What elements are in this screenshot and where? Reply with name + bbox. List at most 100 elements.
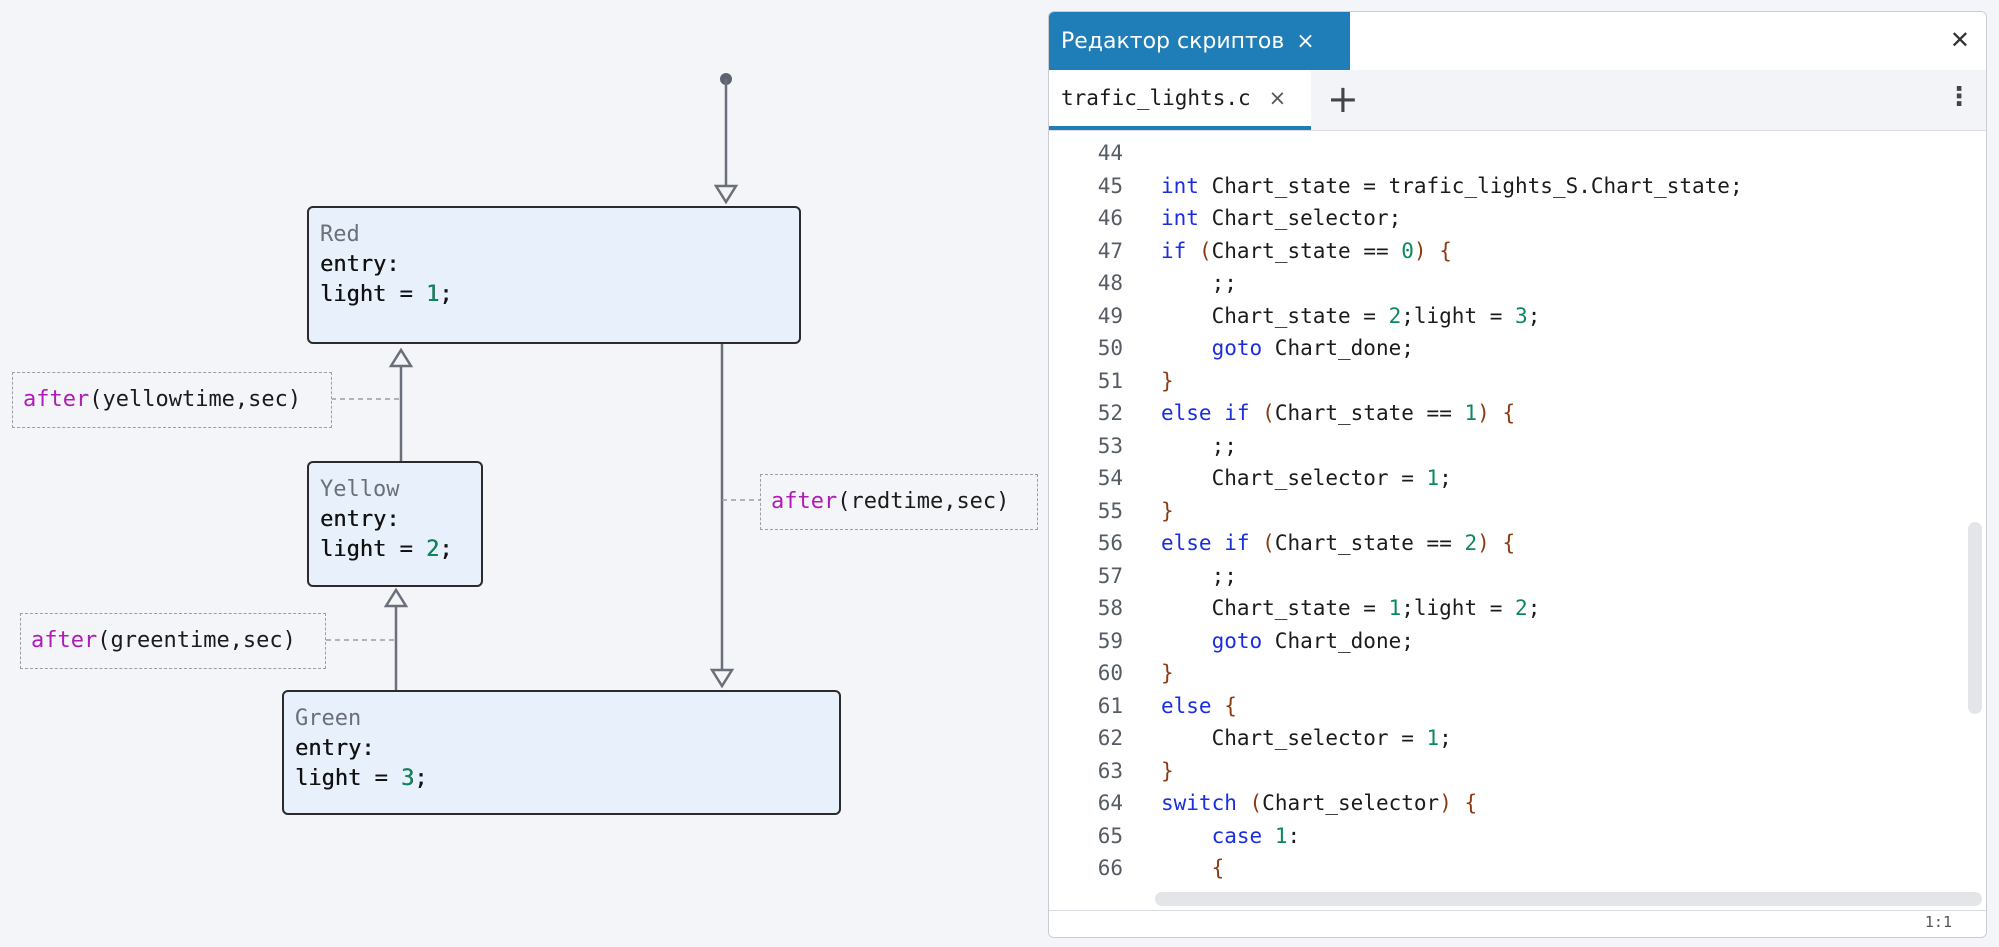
state-entry-label: entry:	[320, 507, 400, 532]
code-line[interactable]: 54 Chart_selector = 1;	[1049, 462, 1986, 495]
code-token: {	[1439, 238, 1452, 263]
code-line[interactable]: 57 ;;	[1049, 560, 1986, 593]
code-token: )	[1477, 401, 1490, 425]
close-icon[interactable]: ×	[1269, 86, 1287, 110]
code-token: {	[1211, 856, 1225, 880]
line-number: 48	[1097, 271, 1123, 295]
default-transition-arrow[interactable]	[713, 184, 739, 205]
code-line[interactable]: 44	[1049, 137, 1986, 170]
code-line[interactable]: 56 else if (Chart_state == 2) {	[1049, 527, 1986, 560]
code-line[interactable]: 50 goto Chart_done;	[1049, 332, 1986, 365]
red-to-green-arrow[interactable]	[709, 668, 735, 689]
code-token: ;;	[1161, 563, 1237, 588]
horizontal-scrollbar[interactable]	[1155, 892, 1982, 906]
code-text: Chart_selector = 1;	[1161, 722, 1452, 755]
code-token: Chart_done;	[1262, 336, 1414, 360]
code-token: 2	[1464, 531, 1478, 555]
code-text: ;;	[1161, 560, 1237, 593]
code-token: {	[1502, 531, 1516, 555]
line-number: 56	[1097, 531, 1123, 555]
code-line[interactable]: 59 goto Chart_done;	[1049, 625, 1986, 658]
code-line[interactable]: 49 Chart_state = 2;light = 3;	[1049, 300, 1986, 333]
yellow-to-red-arrow[interactable]	[388, 347, 414, 368]
code-line[interactable]: 62 Chart_selector = 1;	[1049, 722, 1986, 755]
code-line[interactable]: 65 case 1:	[1049, 820, 1986, 853]
tab-file[interactable]: trafic_lights.c ×	[1049, 70, 1311, 130]
tab-script-editor[interactable]: Редактор скриптов ×	[1049, 12, 1350, 70]
state-name: Yellow	[320, 477, 400, 502]
code-line[interactable]: 52 else if (Chart_state == 1) {	[1049, 397, 1986, 430]
state-red[interactable]: Red entry: light = 1;	[307, 206, 801, 344]
transition-label-yellowtime[interactable]: after (yellowtime,sec)	[12, 372, 332, 428]
state-entry-action: light = 1;	[320, 282, 453, 307]
code-text: Chart_state = 1;light = 2;	[1161, 592, 1541, 625]
code-line[interactable]: 61 else {	[1049, 690, 1986, 723]
state-name: Green	[295, 706, 362, 731]
line-number: 65	[1097, 823, 1123, 848]
code-line[interactable]: 60}	[1049, 657, 1986, 690]
state-green[interactable]: Green entry: light = 3;	[282, 690, 841, 815]
code-line[interactable]: 66 {	[1049, 852, 1986, 885]
state-yellow[interactable]: Yellow entry: light = 2;	[307, 461, 483, 587]
code-token: Chart_done;	[1262, 628, 1414, 653]
code-line[interactable]: 64 switch (Chart_selector) {	[1049, 787, 1986, 820]
code-line[interactable]: 55}	[1049, 495, 1986, 528]
file-tab-label: trafic_lights.c	[1061, 86, 1251, 110]
code-token: )	[1477, 531, 1490, 555]
state-entry-action: light = 3;	[295, 766, 428, 791]
green-to-yellow-arrow[interactable]	[383, 587, 409, 608]
code-text: if (Chart_state == 0) {	[1161, 235, 1452, 268]
code-line[interactable]: 45 int Chart_state = trafic_lights_S.Char…	[1049, 170, 1986, 203]
line-number: 44	[1097, 141, 1123, 165]
code-token: Chart_state ==	[1211, 238, 1402, 263]
transition-label-greentime[interactable]: after (greentime,sec)	[20, 613, 326, 669]
code-token: 1	[1464, 401, 1478, 425]
code-token: Chart_selector	[1262, 791, 1440, 815]
code-token: ;	[1439, 466, 1452, 490]
code-line[interactable]: 53 ;;	[1049, 430, 1986, 463]
code-text: }	[1161, 495, 1174, 528]
code-line[interactable]: 63}	[1049, 755, 1986, 788]
code-text: }	[1161, 657, 1174, 690]
code-token: {	[1502, 401, 1516, 425]
code-text: Chart_selector = 1;	[1161, 462, 1452, 495]
close-icon[interactable]: ×	[1296, 29, 1314, 54]
line-number: 51	[1097, 368, 1123, 393]
more-menu-icon[interactable]: ⋮	[1946, 82, 1972, 112]
code-token: if	[1161, 238, 1187, 263]
state-diagram: Red entry: light = 1; Yellow entry: ligh…	[0, 0, 1040, 947]
code-text: goto Chart_done;	[1161, 625, 1414, 658]
line-number: 57	[1097, 563, 1123, 588]
cursor-position: 1:1	[1924, 913, 1952, 931]
code-text: ;;	[1161, 267, 1237, 300]
line-number: 58	[1097, 596, 1123, 620]
code-token: 1	[1388, 596, 1402, 620]
state-name: Red	[320, 222, 360, 247]
code-line[interactable]: 46 int Chart_selector;	[1049, 202, 1986, 235]
code-line[interactable]: 51}	[1049, 365, 1986, 398]
state-entry-label: entry:	[295, 736, 375, 761]
status-bar: 1:1	[1049, 910, 1986, 937]
code-text: ;;	[1161, 430, 1237, 463]
code-text: {	[1161, 852, 1225, 885]
code-line[interactable]: 58 Chart_state = 1;light = 2;	[1049, 592, 1986, 625]
code-line[interactable]: 48 ;;	[1049, 267, 1986, 300]
code-line[interactable]: 47 if (Chart_state == 0) {	[1049, 235, 1986, 268]
code-token: Chart_state =	[1161, 596, 1389, 620]
vertical-scrollbar[interactable]	[1968, 522, 1982, 714]
line-number: 54	[1097, 466, 1123, 490]
code-token: ;	[1527, 303, 1541, 328]
add-tab-icon[interactable]: +	[1327, 76, 1359, 122]
line-number: 53	[1097, 433, 1123, 458]
code-text: else {	[1161, 690, 1237, 723]
transition-label-redtime[interactable]: after (redtime,sec)	[760, 474, 1038, 530]
code-editor[interactable]: 44 45 int Chart_state = trafic_lights_S.Ch…	[1049, 131, 1986, 895]
window-close-icon[interactable]: ✕	[1950, 26, 1970, 54]
line-number: 50	[1097, 336, 1123, 360]
code-token: {	[1224, 693, 1237, 718]
